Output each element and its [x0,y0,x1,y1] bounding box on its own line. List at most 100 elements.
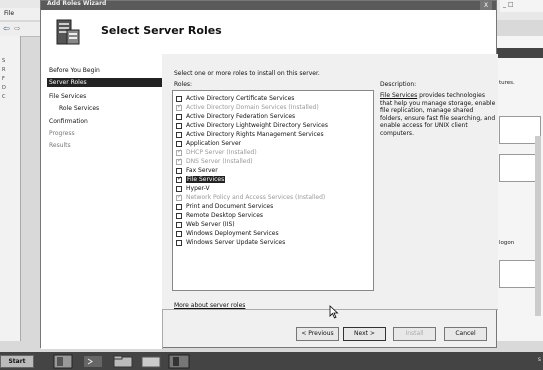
wizard-step-nav: Before You Begin Server Roles File Servi… [41,54,163,349]
role-item[interactable]: Remote Desktop Services [176,211,263,220]
wizard-content: Select one or more roles to install on t… [162,54,498,309]
role-label: Active Directory Federation Services [186,113,296,120]
role-checkbox[interactable] [176,203,182,210]
role-checkbox[interactable] [176,113,182,120]
role-item[interactable]: File Services [176,175,226,184]
system-tray[interactable]: s [538,356,541,363]
powershell-taskbar-icon[interactable] [82,354,104,369]
cancel-button[interactable]: Cancel [444,327,487,341]
nav-results: Results [49,142,71,149]
explorer-taskbar-icon[interactable] [112,354,134,369]
role-label: Active Directory Lightweight Directory S… [186,122,328,129]
role-item[interactable]: Windows Server Update Services [176,238,285,247]
role-label: Web Server (IIS) [186,221,235,228]
nav-progress: Progress [49,130,75,137]
server-manager-taskbar-icon[interactable] [52,354,74,369]
background-toolbar: ⇦ ⇨ [0,22,40,37]
role-checkbox[interactable] [176,212,182,219]
more-about-roles-link[interactable]: More about server roles [174,302,245,309]
role-label: Active Directory Rights Management Servi… [186,131,324,138]
role-checkbox[interactable] [176,131,182,138]
role-item[interactable]: Network Policy and Access Services (Inst… [176,193,325,202]
background-tree-pane: S R F D C [0,36,21,341]
role-label: Active Directory Certificate Services [186,95,295,102]
start-label: Start [8,358,26,365]
description-text: File Services provides technologies that… [380,92,496,137]
role-label: File Services [186,176,226,183]
role-label: Print and Document Services [186,203,274,210]
dialog-title-bar[interactable]: Add Roles Wizard X [41,0,496,10]
back-arrow-icon[interactable]: ⇦ [3,24,10,33]
background-text: tures. [499,80,515,86]
close-button[interactable]: X [480,1,492,10]
role-checkbox[interactable] [176,230,182,237]
role-item[interactable]: Windows Deployment Services [176,229,279,238]
dialog-title: Add Roles Wizard [47,0,107,7]
add-roles-wizard-dialog: Add Roles Wizard X Select Server Roles B… [40,0,498,349]
background-details-pane: tures. logon [497,36,543,341]
background-text: logon [499,240,515,246]
previous-button[interactable]: < Previous [296,327,339,341]
tree-node[interactable]: D [0,85,20,94]
role-label: Fax Server [186,167,218,174]
tree-node[interactable]: R [0,67,20,76]
role-label: Windows Server Update Services [186,239,286,246]
role-item[interactable]: Web Server (IIS) [176,220,235,229]
role-checkbox[interactable] [176,122,182,129]
page-title: Select Server Roles [101,24,222,37]
forward-arrow-icon[interactable]: ⇨ [14,24,21,33]
background-title-area: _ □ [500,0,543,12]
install-button[interactable]: Install [393,327,436,341]
nav-confirmation[interactable]: Confirmation [47,117,162,126]
nav-before-you-begin[interactable]: Before You Begin [47,66,162,75]
background-scrollbar[interactable] [535,136,541,316]
role-item[interactable]: Active Directory Federation Services [176,112,295,121]
role-checkbox [176,148,182,156]
role-item[interactable]: Application Server [176,139,241,148]
server-roles-icon [56,19,80,45]
role-label: DHCP Server (Installed) [186,149,257,156]
role-checkbox[interactable] [176,221,182,228]
role-label: Application Server [186,140,242,147]
role-item[interactable]: Active Directory Domain Services (Instal… [176,103,319,112]
next-button[interactable]: Next > [343,327,386,341]
wizard-taskbar-icon[interactable] [168,354,190,369]
role-item[interactable]: DNS Server (Installed) [176,157,253,166]
nav-server-roles[interactable]: Server Roles [47,78,162,87]
role-checkbox[interactable] [176,140,182,147]
tree-node[interactable]: S [0,58,20,67]
role-item[interactable]: Fax Server [176,166,218,175]
description-label: Description: [380,81,417,88]
role-checkbox[interactable] [176,175,182,183]
role-label: Hyper-V [186,185,210,192]
role-label: Network Policy and Access Services (Inst… [186,194,326,201]
role-item[interactable]: Active Directory Rights Management Servi… [176,130,324,139]
wizard-banner: Select Server Roles [41,10,496,55]
role-checkbox[interactable] [176,167,182,174]
role-checkbox[interactable] [176,185,182,192]
role-label: Remote Desktop Services [186,212,264,219]
role-item[interactable]: DHCP Server (Installed) [176,148,257,157]
roles-list[interactable]: Active Directory Certificate Services Act… [172,90,374,291]
taskbar: Start s [0,352,543,370]
role-item[interactable]: Active Directory Lightweight Directory S… [176,121,328,130]
role-label: Windows Deployment Services [186,230,279,237]
nav-role-services[interactable]: Role Services [57,104,162,113]
background-menu-bar: File [0,8,40,20]
roles-label: Roles: [174,81,193,88]
role-label: DNS Server (Installed) [186,158,253,165]
role-checkbox[interactable] [176,95,182,102]
tree-node[interactable]: C [0,94,20,103]
description-body: provides technologies that help you mana… [380,92,496,137]
role-item[interactable]: Print and Document Services [176,202,273,211]
start-button[interactable]: Start [0,355,34,368]
nav-file-services[interactable]: File Services [47,92,162,101]
menu-file[interactable]: File [4,10,14,17]
role-checkbox[interactable] [176,239,182,246]
folder-taskbar-icon[interactable] [140,354,162,369]
role-label: Active Directory Domain Services (Instal… [186,104,319,111]
role-item[interactable]: Active Directory Certificate Services [176,94,294,103]
description-link[interactable]: File Services [380,92,417,99]
background-header-bar [497,48,543,58]
tree-node[interactable]: F [0,76,20,85]
